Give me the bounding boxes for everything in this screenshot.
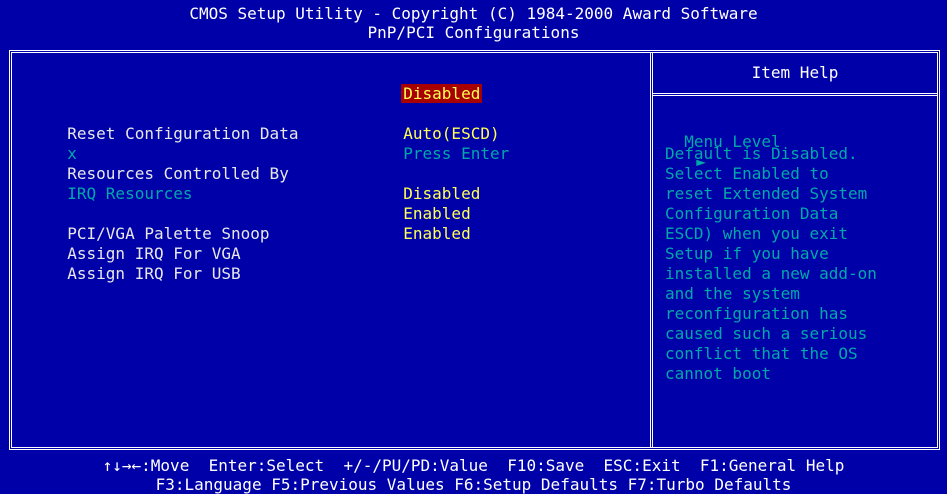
setting-value-assign-irq-for-usb[interactable]: Enabled — [384, 204, 470, 244]
item-help-title: Item Help — [751, 63, 839, 82]
help-text-line: conflict that the OS — [665, 344, 858, 363]
setting-value-reset-configuration-data[interactable]: Disabled — [382, 64, 483, 104]
title-bar: CMOS Setup Utility - Copyright (C) 1984-… — [0, 0, 947, 46]
setting-value[interactable]: Disabled — [401, 84, 483, 103]
help-text-line: installed a new add-on — [665, 264, 877, 283]
setting-row-assign-irq-for-usb[interactable]: Assign IRQ For USB — [48, 204, 241, 284]
help-text-line: cannot boot — [665, 364, 771, 383]
setting-prefix — [67, 224, 77, 243]
help-text-line: Setup if you have — [665, 244, 829, 263]
key-legend-line-1: ↑↓→←:Move Enter:Select +/-/PU/PD:Value F… — [102, 456, 845, 475]
page-title: PnP/PCI Configurations — [367, 23, 580, 42]
help-title-divider — [653, 93, 937, 96]
help-text-line: ESCD) when you exit — [665, 224, 849, 243]
setting-value[interactable]: Enabled — [403, 224, 470, 243]
help-text-line: Configuration Data — [665, 204, 839, 223]
help-text-line: Default is Disabled. — [665, 144, 858, 163]
key-legend-line-2: F3:Language F5:Previous Values F6:Setup … — [155, 475, 792, 494]
disabled-marker: x — [67, 144, 77, 163]
app-title: CMOS Setup Utility - Copyright (C) 1984-… — [189, 4, 758, 23]
help-text-line: Select Enabled to — [665, 164, 829, 183]
panel-divider — [650, 53, 653, 447]
setting-value-irq-resources: Press Enter — [384, 124, 509, 164]
help-text-line: reconfiguration has — [665, 304, 849, 323]
key-legend-footer: ↑↓→←:Move Enter:Select +/-/PU/PD:Value F… — [0, 456, 947, 494]
help-text-line: caused such a serious — [665, 324, 868, 343]
setting-label: Assign IRQ For USB — [67, 264, 241, 283]
setting-value: Press Enter — [403, 144, 510, 163]
help-text-line: reset Extended System — [665, 184, 868, 203]
setting-prefix — [67, 84, 77, 103]
help-text-line: and the system — [665, 284, 800, 303]
